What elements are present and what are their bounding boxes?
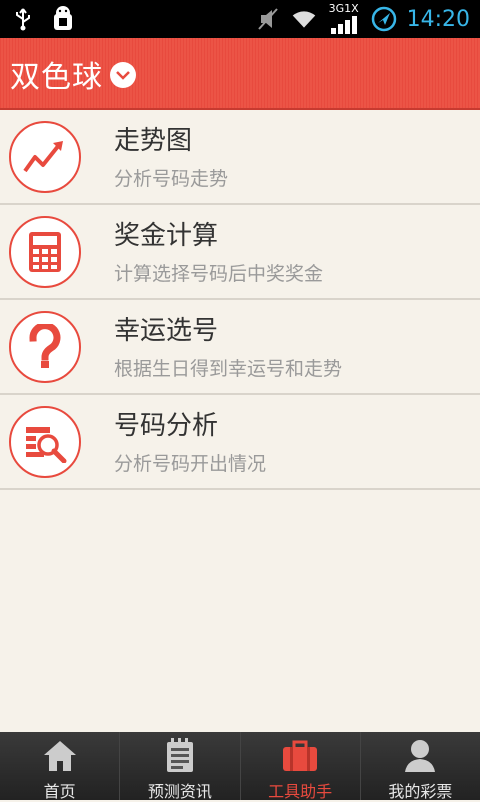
tab-label: 首页 [43,782,76,801]
list-item-title: 幸运选号 [114,316,219,346]
list-item-subtitle: 计算选择号码后中奖奖金 [114,263,324,285]
list-item-trend-chart[interactable]: 走势图 分析号码走势 [0,110,480,205]
android-debug-icon [50,6,76,32]
list-item-subtitle: 分析号码开出情况 [114,453,267,475]
page-title[interactable]: 双色球 [10,52,103,96]
list-item-lucky-pick[interactable]: 幸运选号 根据生日得到幸运号和走势 [0,300,480,395]
toolbox-icon [280,738,320,774]
tab-label: 我的彩票 [388,782,453,801]
app-notification-icon [371,6,397,32]
bottom-tab-bar: 首页 预测资讯 工具助手 我的彩票 [0,732,480,801]
list-item-number-analysis[interactable]: 号码分析 分析号码开出情况 [0,395,480,490]
app-header: 双色球 [0,38,480,110]
tab-label: 预测资讯 [147,782,212,801]
user-icon [400,738,440,774]
usb-icon [10,6,36,32]
status-bar: 3G1X 14:20 [0,0,480,38]
list-item-title: 号码分析 [114,411,219,441]
list-item-title: 走势图 [114,126,193,156]
chevron-down-icon[interactable] [110,62,136,88]
mute-icon [255,6,281,32]
signal-icon: 3G1X [327,2,361,34]
list-item-subtitle: 根据生日得到幸运号和走势 [114,358,343,380]
tab-my-lottery[interactable]: 我的彩票 [361,732,480,801]
list-item-title: 奖金计算 [114,221,219,251]
question-mark-icon [9,311,81,383]
wifi-icon [291,6,317,32]
trend-chart-icon [9,121,81,193]
tab-home[interactable]: 首页 [0,732,121,801]
tool-list: 走势图 分析号码走势 奖金计算 计算选择号码后中奖奖金 幸运选号 根据生日得到幸… [0,110,480,490]
tab-news[interactable]: 预测资讯 [120,732,241,801]
home-icon [40,738,80,774]
list-item-subtitle: 分析号码走势 [114,168,229,190]
clock: 14:20 [406,6,470,32]
analysis-search-icon [9,406,81,478]
calculator-icon [9,216,81,288]
list-item-prize-calculator[interactable]: 奖金计算 计算选择号码后中奖奖金 [0,205,480,300]
tab-tools[interactable]: 工具助手 [241,732,361,801]
tab-label: 工具助手 [268,782,333,801]
news-icon [160,738,200,774]
